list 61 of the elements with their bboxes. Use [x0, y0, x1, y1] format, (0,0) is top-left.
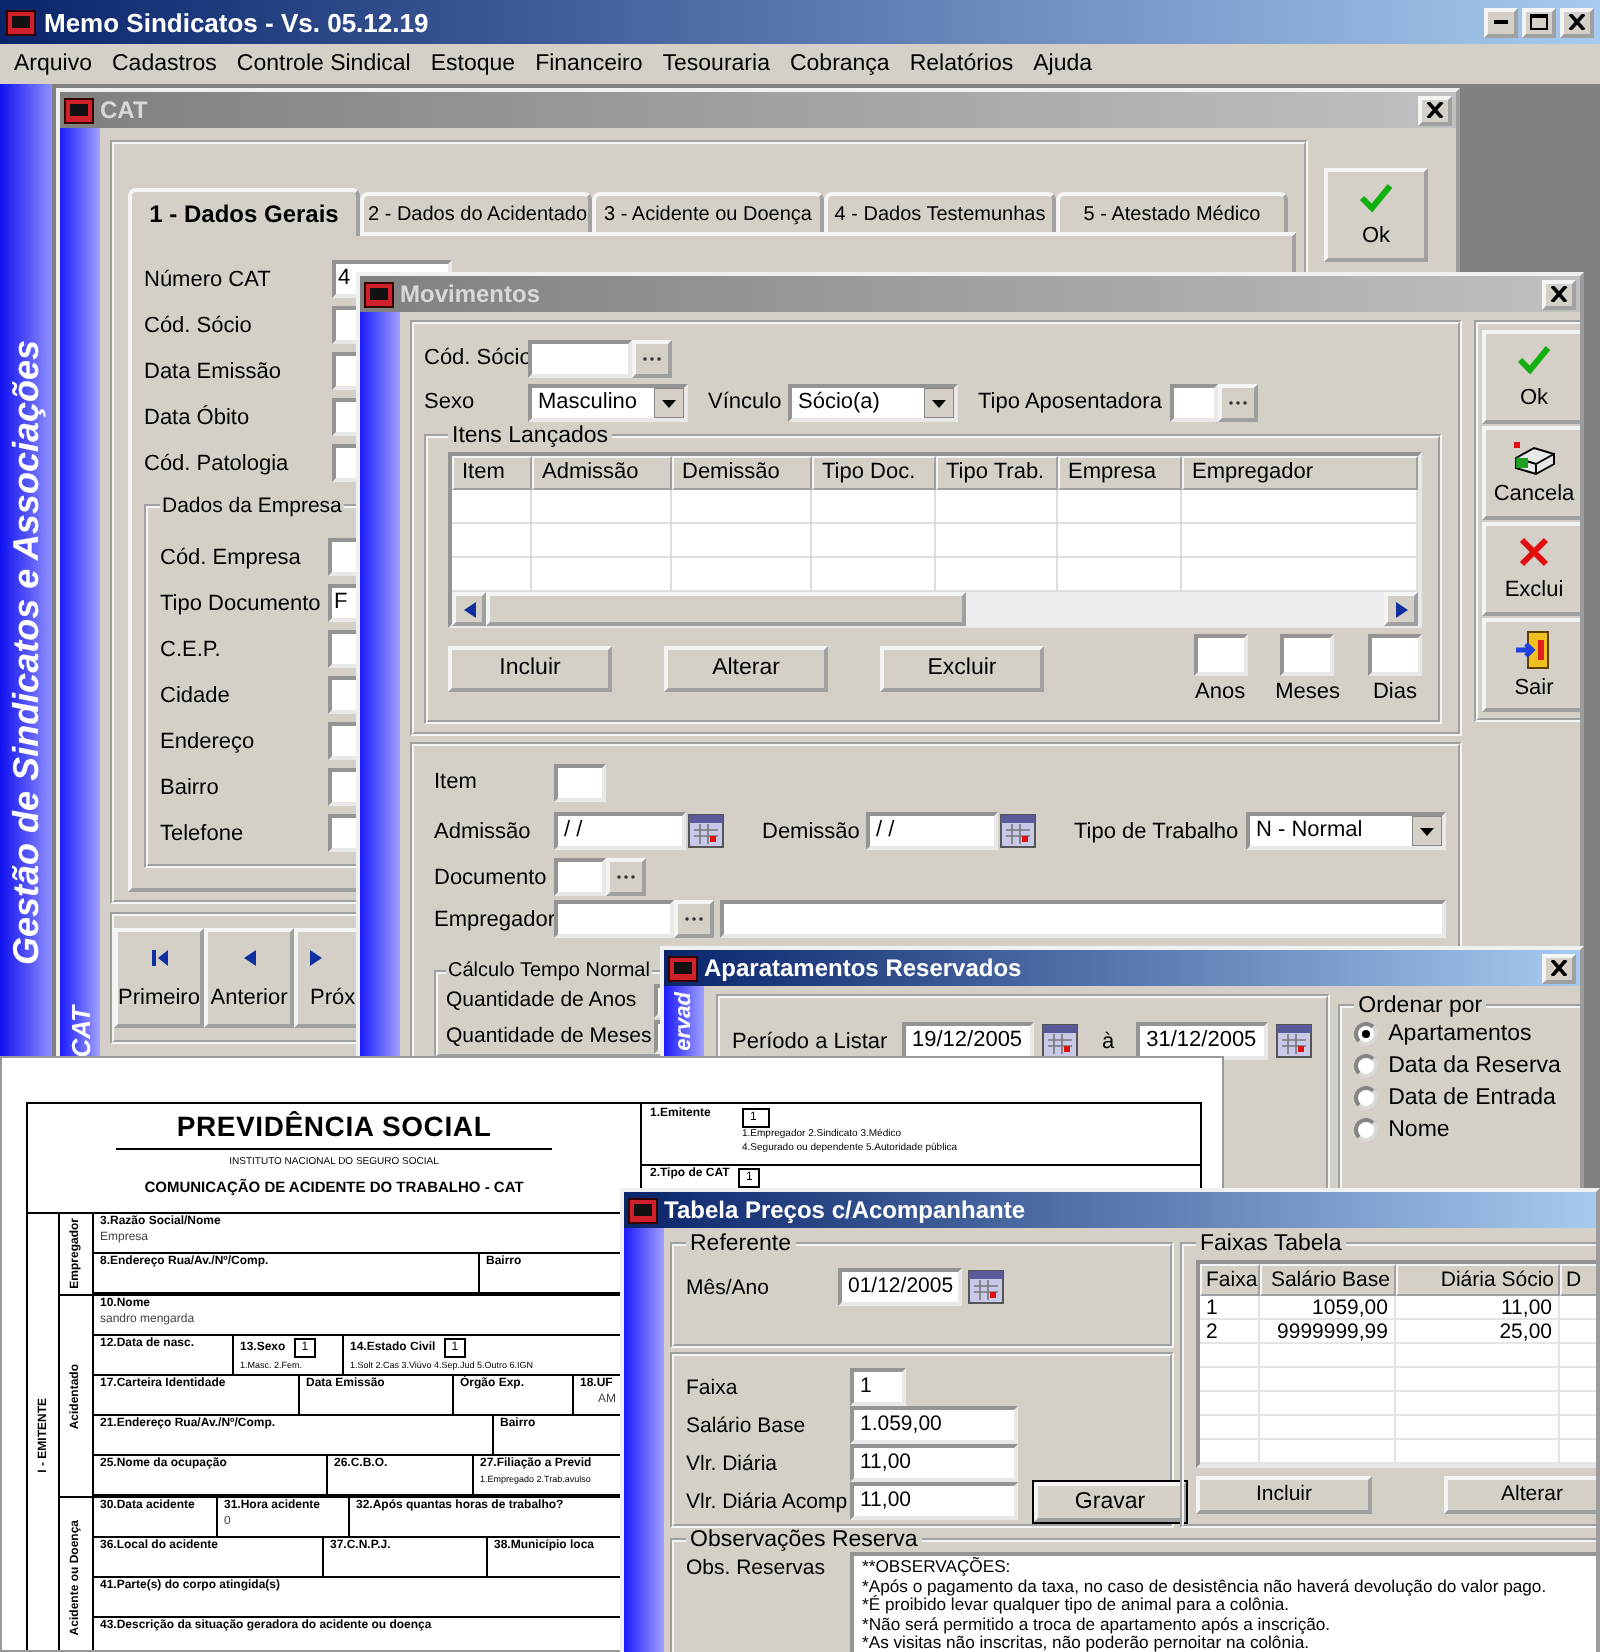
field-label: Tipo Aposentadora: [978, 390, 1164, 414]
table-cell: 11,00: [1396, 1296, 1560, 1318]
field-label: Faixa: [686, 1375, 740, 1399]
group-title: Cálculo Tempo Normal: [446, 960, 652, 982]
field-label: à: [1102, 1029, 1115, 1053]
window-title: Movimentos: [400, 280, 541, 308]
field-label: Anos: [1195, 679, 1246, 703]
form-title: PREVIDÊNCIA SOCIAL: [176, 1110, 492, 1142]
field-label: Vínculo: [708, 390, 784, 414]
table-cell: 25,00: [1396, 1320, 1560, 1342]
field-label: Data Óbito: [144, 405, 252, 429]
group-title: Itens Lançados: [450, 424, 611, 448]
field-label: Vlr. Diária: [686, 1451, 780, 1475]
field-label: Cód. Patologia: [144, 451, 291, 475]
field-label: Cód. Empresa: [160, 545, 303, 569]
table-cell: 1059,00: [1260, 1296, 1396, 1318]
field-label: Cidade: [160, 683, 232, 707]
group-title: Faixas Tabela: [1198, 1232, 1344, 1256]
field-label: Demissão: [762, 819, 862, 843]
note-line: *Não será permitido a troca de apartamento após a inscrição.: [862, 1615, 1333, 1635]
field-label: Vlr. Diária Acomp: [686, 1489, 846, 1513]
field-label: Tipo Documento: [160, 591, 323, 615]
group-title: Ordenar por: [1356, 994, 1485, 1018]
note-line: *Após o pagamento da taxa, no caso de desistência não haverá devolução do valor pago.: [862, 1577, 1549, 1596]
group-title: Observações Reserva: [688, 1528, 920, 1552]
field-label: Quantidade de Meses: [446, 1024, 654, 1048]
field-label: Obs. Reservas: [686, 1554, 827, 1584]
note-line: **OBSERVAÇÕES:: [862, 1558, 1013, 1578]
group-title: Referente: [688, 1232, 794, 1256]
field-label: Tipo de Trabalho: [1074, 819, 1241, 843]
field-label: Item: [434, 770, 479, 794]
table-cell: 9999999,99: [1260, 1320, 1396, 1342]
strip-label: CAT: [65, 1006, 95, 1058]
field-label: Período a Listar: [732, 1029, 890, 1053]
note-line: *As visitas não inscritas, não poderão pernoitar na colônia.: [862, 1634, 1310, 1652]
field-label: Meses: [1275, 679, 1340, 703]
field-label: Telefone: [160, 821, 246, 845]
window-title: CAT: [100, 96, 148, 124]
field-label: Admissão: [434, 819, 533, 843]
field-label: Salário Base: [686, 1413, 808, 1437]
field-label: Mês/Ano: [686, 1275, 771, 1299]
field-label: Empregador: [434, 907, 554, 931]
field-label: Documento: [434, 865, 549, 889]
strip-label: ervad: [672, 992, 696, 1051]
window-title: Tabela Preços c/Acompanhante: [664, 1196, 1026, 1224]
field-label: Dias: [1372, 679, 1417, 703]
window-title: Aparatamentos Reservados: [704, 954, 1022, 982]
banner-title: Gestão de Sindicatos e Associações: [5, 340, 47, 965]
field-label: Sexo: [424, 390, 477, 414]
note-line: *É proibido levar qualquer tipo de animal para a colônia.: [862, 1596, 1292, 1616]
table-cell: 1: [1200, 1296, 1260, 1318]
field-label: Bairro: [160, 775, 221, 799]
table-cell: 2: [1200, 1320, 1260, 1342]
group-title: Dados da Empresa: [160, 494, 344, 518]
app-title: Memo Sindicatos - Vs. 05.12.19: [44, 7, 429, 37]
field-label: Número CAT: [144, 267, 273, 291]
field-label: Endereço: [160, 729, 257, 753]
field-label: Quantidade de Anos: [446, 988, 639, 1012]
field-label: Cód. Sócio: [144, 313, 254, 337]
field-label: C.E.P.: [160, 637, 223, 661]
field-label: Data Emissão: [144, 359, 283, 383]
